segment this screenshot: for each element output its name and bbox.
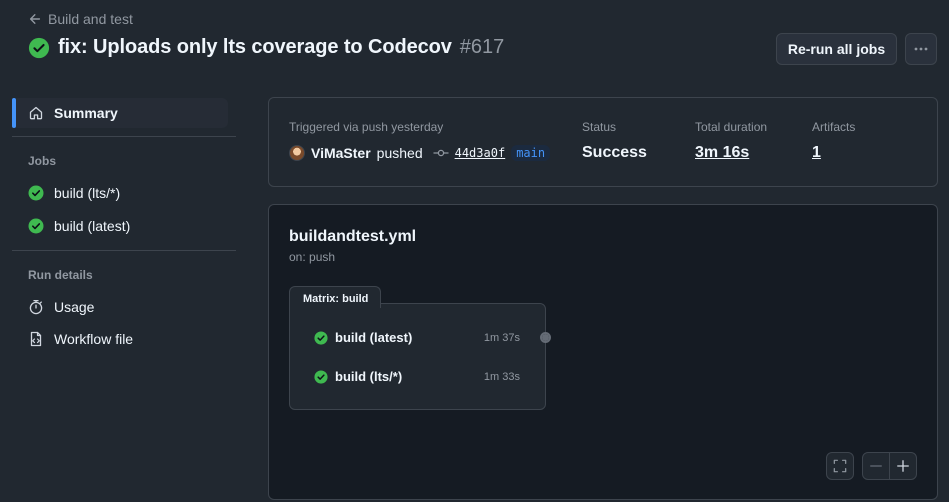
actor-action: pushed — [376, 145, 423, 161]
status-value: Success — [582, 144, 647, 161]
sidebar-divider — [12, 250, 236, 251]
job-duration: 1m 33s — [483, 370, 520, 383]
zoom-out-button[interactable] — [863, 453, 890, 479]
workflow-file-name: buildandtest.yml — [289, 228, 417, 245]
sidebar-item-label: build (lts/*) — [54, 185, 121, 201]
avatar[interactable] — [289, 145, 305, 161]
graph-connector-dot-fill — [542, 334, 549, 341]
check-circle-icon — [28, 37, 50, 59]
job-duration: 1m 37s — [483, 331, 520, 344]
zoom-out-icon — [869, 459, 883, 473]
commit-sha-link[interactable]: 44d3a0f — [455, 146, 506, 160]
zoom-in-icon — [896, 459, 910, 473]
check-circle-icon — [28, 218, 44, 234]
duration-label: Total duration — [695, 120, 768, 134]
sidebar-item-summary[interactable]: Summary — [12, 98, 228, 128]
status-label: Status — [582, 120, 617, 134]
page-title: fix: Uploads only lts coverage to Codeco… — [58, 36, 452, 58]
arrow-left-icon — [28, 12, 42, 26]
job-name: build (lts/*) — [335, 369, 403, 384]
fullscreen-icon — [833, 459, 847, 473]
sidebar-item-usage[interactable]: Usage — [28, 299, 94, 315]
jobs-heading: Jobs — [28, 154, 57, 168]
more-options-button[interactable] — [905, 33, 937, 65]
sidebar-item-workflow-file[interactable]: Workflow file — [28, 331, 133, 347]
fullscreen-button[interactable] — [826, 452, 854, 480]
back-link-label: Build and test — [48, 11, 133, 27]
sidebar-item-label: Summary — [54, 105, 118, 121]
commit-icon — [432, 145, 449, 161]
zoom-controls — [862, 452, 917, 480]
sidebar-item-label: Workflow file — [54, 331, 134, 347]
page-title-row: fix: Uploads only lts coverage to Codeco… — [28, 36, 504, 59]
matrix-tab-join — [290, 302, 380, 305]
artifacts-link[interactable]: 1 — [812, 144, 821, 162]
job-name: build (latest) — [335, 330, 413, 345]
home-icon — [28, 105, 44, 121]
kebab-icon — [913, 41, 929, 57]
push-info: ViMaSter pushed 44d3a0f main — [289, 145, 551, 161]
check-circle-icon — [314, 369, 328, 384]
check-circle-icon — [314, 330, 328, 345]
branch-badge[interactable]: main — [511, 145, 551, 161]
stopwatch-icon — [28, 299, 44, 315]
active-indicator — [12, 98, 16, 128]
artifacts-label: Artifacts — [812, 120, 856, 134]
trigger-text: Triggered via push yesterday — [289, 120, 444, 134]
run-number: #617 — [459, 36, 505, 58]
workflow-file-icon — [28, 331, 44, 347]
sidebar-item-label: build (latest) — [54, 218, 131, 234]
sidebar-divider — [12, 136, 236, 137]
check-circle-icon — [28, 185, 44, 201]
actor-name[interactable]: ViMaSter — [311, 145, 371, 161]
graph-job-latest[interactable]: build (latest) 1m 37s — [314, 330, 520, 345]
workflow-trigger: on: push — [289, 250, 336, 264]
run-summary-card — [268, 97, 938, 187]
back-link[interactable]: Build and test — [28, 11, 133, 27]
zoom-in-button[interactable] — [890, 453, 916, 479]
graph-job-lts[interactable]: build (lts/*) 1m 33s — [314, 369, 520, 384]
matrix-group — [289, 303, 546, 410]
sidebar-item-job-lts[interactable]: build (lts/*) — [28, 185, 120, 201]
duration-link[interactable]: 3m 16s — [695, 144, 749, 162]
run-details-heading: Run details — [28, 268, 93, 282]
sidebar-item-job-latest[interactable]: build (latest) — [28, 218, 130, 234]
rerun-all-jobs-button[interactable]: Re-run all jobs — [776, 33, 897, 65]
sidebar-item-label: Usage — [54, 299, 95, 315]
